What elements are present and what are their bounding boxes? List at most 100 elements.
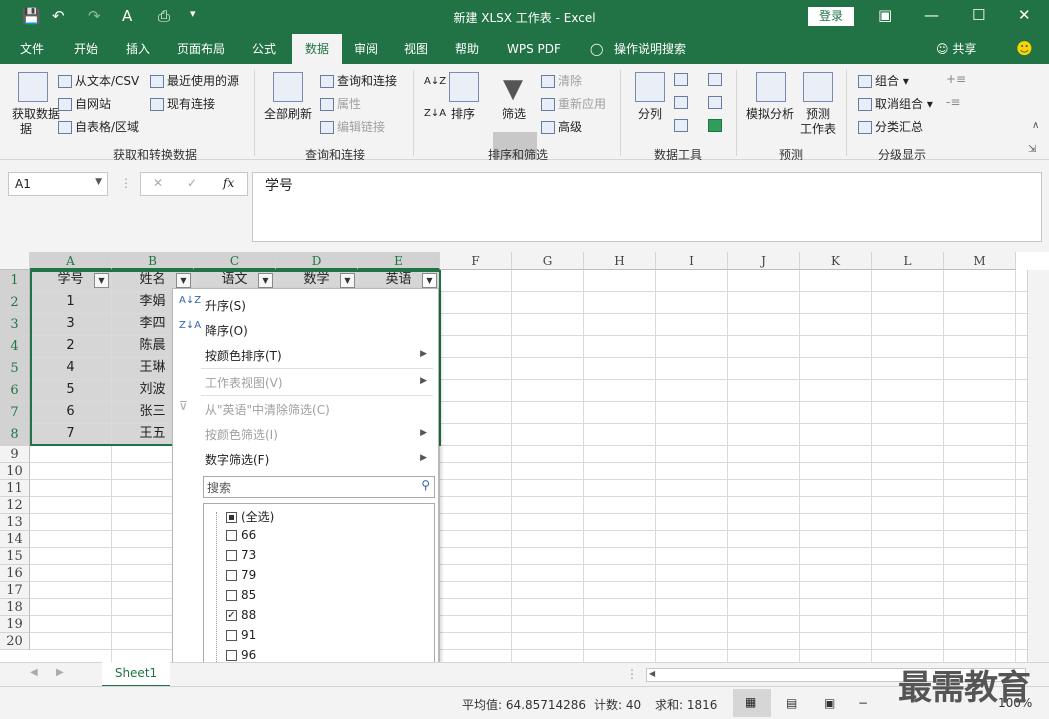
clear-filter-item[interactable]: 从"英语"中清除筛选(C)	[205, 401, 330, 418]
clear-button[interactable]: 清除	[541, 72, 582, 89]
filter-by-color-item[interactable]: 按颜色筛选(I) ▶	[205, 426, 435, 443]
column-header[interactable]: A	[30, 252, 112, 270]
name-box[interactable]: A1 ▼	[8, 172, 108, 196]
next-sheet-icon[interactable]: ▶	[56, 667, 64, 678]
row-header[interactable]: 6	[0, 380, 30, 402]
column-header[interactable]: J	[728, 252, 800, 270]
checkbox[interactable]	[226, 570, 237, 581]
sheet-tab[interactable]: Sheet1	[102, 662, 170, 687]
row-header[interactable]: 1	[0, 270, 30, 292]
normal-view-button[interactable]: ▦	[733, 689, 771, 717]
page-break-view-icon[interactable]: ▣	[824, 696, 835, 710]
row-header[interactable]: 17	[0, 582, 30, 599]
ribbon-display-icon[interactable]: ▣	[878, 6, 892, 24]
filter-search-input[interactable]: 搜索 ⚲	[203, 476, 435, 498]
close-icon[interactable]: ✕	[1018, 6, 1031, 24]
cancel-icon[interactable]: ✕	[153, 176, 163, 190]
sort-az-icon[interactable]: A↓Z	[424, 76, 446, 87]
sort-by-color-item[interactable]: 按颜色排序(T) ▶	[205, 347, 435, 364]
recent-sources-button[interactable]: 最近使用的源	[150, 72, 239, 89]
group-button[interactable]: 组合 ▾	[858, 72, 909, 89]
reapply-button[interactable]: 重新应用	[541, 95, 606, 112]
from-web-button[interactable]: 自网站	[58, 95, 111, 112]
filter-value-item[interactable]: (全选)	[226, 508, 274, 525]
login-button[interactable]: 登录	[808, 7, 854, 26]
row-header[interactable]: 2	[0, 292, 30, 314]
row-header[interactable]: 12	[0, 497, 30, 514]
queries-connections-button[interactable]: 查询和连接	[320, 72, 397, 89]
tab-formulas[interactable]: 公式	[248, 34, 280, 64]
minimize-icon[interactable]: —	[924, 6, 939, 24]
tell-me-search[interactable]: 操作说明搜索	[610, 34, 690, 64]
sheet-view-item[interactable]: 工作表视图(V) ▶	[205, 374, 435, 391]
vertical-scrollbar[interactable]	[1027, 270, 1049, 662]
refresh-all-button[interactable]: 全部刷新	[264, 105, 312, 122]
tab-help[interactable]: 帮助	[451, 34, 483, 64]
select-all-corner[interactable]	[0, 252, 30, 270]
formula-input[interactable]: 学号	[252, 172, 1042, 242]
row-header[interactable]: 9	[0, 446, 30, 463]
column-header[interactable]: E	[358, 252, 440, 270]
sort-descending-item[interactable]: 降序(O)	[205, 322, 248, 339]
data-validation-icon[interactable]	[674, 118, 691, 132]
filter-value-item[interactable]: 85	[226, 588, 256, 602]
filter-button[interactable]: 筛选	[502, 105, 526, 122]
column-header[interactable]: G	[512, 252, 584, 270]
checkbox[interactable]	[226, 530, 237, 541]
split-handle-icon[interactable]: ⋮	[626, 667, 638, 681]
remove-duplicates-icon[interactable]	[674, 95, 691, 109]
row-header[interactable]: 4	[0, 336, 30, 358]
column-header[interactable]: D	[276, 252, 358, 270]
consolidate-icon[interactable]	[708, 72, 725, 86]
tab-wps-pdf[interactable]: WPS PDF	[503, 34, 565, 64]
sort-button[interactable]: 排序	[451, 105, 475, 122]
chevron-down-icon[interactable]: ▼	[95, 177, 102, 187]
column-header[interactable]: C	[194, 252, 276, 270]
filter-value-item[interactable]: 96	[226, 648, 256, 662]
row-header[interactable]: 20	[0, 633, 30, 650]
data-model-icon[interactable]	[708, 118, 725, 132]
checkbox[interactable]	[226, 550, 237, 561]
checkbox[interactable]: ✓	[226, 610, 237, 621]
row-header[interactable]: 5	[0, 358, 30, 380]
tab-page-layout[interactable]: 页面布局	[173, 34, 229, 64]
existing-connections-button[interactable]: 现有连接	[150, 95, 215, 112]
filter-value-item[interactable]: 79	[226, 568, 256, 582]
row-header[interactable]: 19	[0, 616, 30, 633]
column-header[interactable]: I	[656, 252, 728, 270]
share-button[interactable]: ☺ 共享	[932, 34, 980, 64]
column-header[interactable]: K	[800, 252, 872, 270]
column-header[interactable]: B	[112, 252, 194, 270]
ungroup-button[interactable]: 取消组合 ▾	[858, 95, 933, 112]
sort-ascending-item[interactable]: 升序(S)	[205, 297, 246, 314]
smiley-icon[interactable]: ☻	[1012, 34, 1037, 64]
sort-za-icon[interactable]: Z↓A	[424, 108, 446, 119]
maximize-icon[interactable]: ☐	[972, 6, 985, 24]
number-filters-item[interactable]: 数字筛选(F) ▶	[205, 451, 435, 468]
prev-sheet-icon[interactable]: ◀	[30, 667, 38, 678]
what-if-button[interactable]: 模拟分析	[746, 105, 794, 122]
row-header[interactable]: 10	[0, 463, 30, 480]
row-header[interactable]: 18	[0, 599, 30, 616]
relationships-icon[interactable]	[708, 95, 725, 109]
filter-value-item[interactable]: 91	[226, 628, 256, 642]
row-header[interactable]: 3	[0, 314, 30, 336]
split-column-button[interactable]: 分列	[638, 105, 662, 122]
row-header[interactable]: 13	[0, 514, 30, 531]
subtotal-button[interactable]: 分类汇总	[858, 118, 923, 135]
column-header[interactable]: M	[944, 252, 1016, 270]
show-detail-icon[interactable]: +≡	[946, 72, 966, 86]
tab-review[interactable]: 审阅	[350, 34, 382, 64]
filter-value-item[interactable]: 73	[226, 548, 256, 562]
page-layout-view-icon[interactable]: ▤	[786, 696, 797, 710]
tab-insert[interactable]: 插入	[122, 34, 154, 64]
tab-file[interactable]: 文件	[16, 34, 48, 64]
checkbox[interactable]	[226, 512, 237, 523]
tab-data[interactable]: 数据	[292, 34, 342, 64]
zoom-out-icon[interactable]: −	[858, 696, 868, 710]
filter-value-item[interactable]: ✓ 88	[226, 608, 256, 622]
column-header[interactable]: L	[872, 252, 944, 270]
enter-icon[interactable]: ✓	[187, 176, 197, 190]
advanced-button[interactable]: 高级	[541, 118, 582, 135]
checkbox[interactable]	[226, 650, 237, 661]
